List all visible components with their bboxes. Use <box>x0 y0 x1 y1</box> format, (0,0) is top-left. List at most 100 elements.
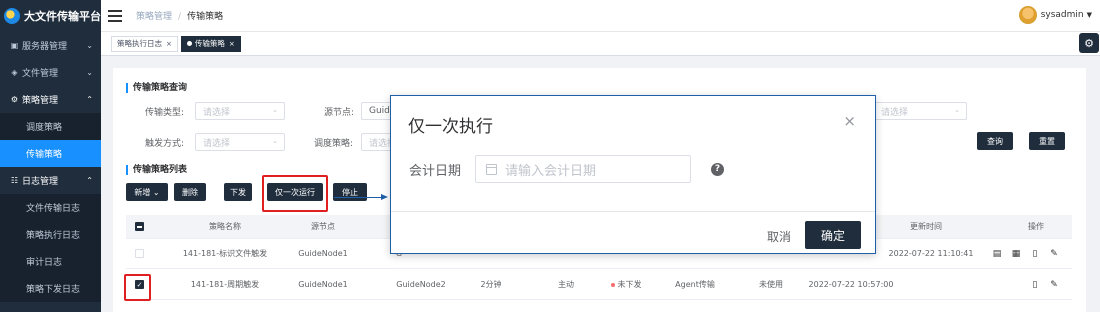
list-section-title: 传输策略列表 <box>126 165 187 175</box>
sidebar-item-label: 文件管理 <box>22 69 59 79</box>
chevron-up-icon: ⌃ <box>86 176 93 185</box>
user-menu[interactable]: sysadmin ▼ <box>1018 6 1092 24</box>
username: sysadmin <box>1040 10 1084 20</box>
search-button[interactable]: 查询 <box>977 132 1013 150</box>
row-checkbox[interactable] <box>135 249 144 258</box>
cancel-button[interactable]: 取消 <box>767 228 791 245</box>
transfer-type-select[interactable]: 请选择 ⌄ <box>195 102 285 120</box>
stop-button[interactable]: 停止 <box>333 183 367 201</box>
cell-usage: 未使用 <box>759 280 783 289</box>
breadcrumb-current: 传输策略 <box>187 12 224 22</box>
edit-icon[interactable]: ✎ <box>1049 249 1059 259</box>
edit-icon[interactable]: ✎ <box>1049 280 1059 290</box>
sidebar-item-logs[interactable]: ☷ 日志管理 ⌃ <box>0 167 101 194</box>
transfer-type-label: 传输类型: <box>145 108 185 118</box>
dialog-title: 仅一次执行 <box>408 117 493 137</box>
chevron-down-icon: ⌄ <box>272 106 278 114</box>
dispatch-button[interactable]: 下发 <box>224 183 252 201</box>
trigger-select[interactable]: 请选择 ⌄ <box>195 133 285 151</box>
select-placeholder: 请选择 <box>881 107 909 118</box>
help-icon[interactable]: ? <box>711 163 724 176</box>
tag-transfer-policy[interactable]: 传输策略 × <box>180 35 241 52</box>
sidebar-item-schedule-policy[interactable]: 调度策略 <box>0 113 101 140</box>
accounting-date-input[interactable]: 请输入会计日期 <box>475 155 691 183</box>
breadcrumb: 策略管理 / 传输策略 <box>136 9 223 22</box>
tag-label: 策略执行日志 <box>117 39 162 48</box>
sidebar-item-server[interactable]: ▣ 服务器管理 ⌄ <box>0 32 101 59</box>
sidebar-item-label: 日志管理 <box>22 177 59 187</box>
col-operations: 操作 <box>1028 222 1044 231</box>
sidebar-item-policy-dispatch-log[interactable]: 策略下发日志 <box>0 275 101 302</box>
col-updated-time: 更新时间 <box>910 222 942 231</box>
chevron-down-icon: ⌄ <box>954 106 960 114</box>
status-dot-icon <box>610 282 615 287</box>
detail-icon[interactable]: ▤ <box>992 249 1002 259</box>
sidebar-item-audit-log[interactable]: 审计日志 <box>0 248 101 275</box>
close-icon[interactable]: × <box>229 40 235 48</box>
sidebar-item-transfer-policy[interactable]: 传输策略 <box>0 140 101 167</box>
tag-policy-exec-log[interactable]: 策略执行日志 × <box>111 35 178 52</box>
tags-view: 策略执行日志 × 传输策略 × ⚙ <box>101 32 1100 56</box>
trigger-label: 触发方式: <box>145 139 185 149</box>
avatar <box>1018 6 1037 24</box>
chevron-down-icon: ⌄ <box>152 187 160 197</box>
schedule-policy-label: 调度策略: <box>314 139 354 149</box>
cell-policy-name: 141-181-周期触发 <box>190 280 260 289</box>
select-value: Guid <box>369 106 390 116</box>
input-placeholder: 请输入会计日期 <box>505 163 597 179</box>
select-placeholder: 请选择 <box>203 138 231 149</box>
run-once-dialog: 仅一次执行 × 会计日期 请输入会计日期 ? 取消 确定 <box>390 95 876 254</box>
cell-interval: 2分钟 <box>480 280 502 289</box>
document-icon[interactable]: ▯ <box>1030 249 1040 259</box>
settings-gear-button[interactable]: ⚙ <box>1079 33 1099 53</box>
active-dot-icon <box>186 41 192 46</box>
brand-title: 大文件传输平台 <box>24 10 101 23</box>
sidebar-item-file-transfer-log[interactable]: 文件传输日志 <box>0 194 101 221</box>
status-text: 未下发 <box>617 280 642 289</box>
confirm-button[interactable]: 确定 <box>805 221 861 249</box>
breadcrumb-item[interactable]: 策略管理 <box>136 12 172 22</box>
delete-button[interactable]: 删除 <box>174 183 206 201</box>
header: 策略管理 / 传输策略 sysadmin ▼ <box>101 0 1100 32</box>
cell-target-node: GuideNode2 <box>396 280 446 289</box>
select-placeholder: 请选择 <box>203 107 231 118</box>
annotation-arrow-head-icon <box>381 194 388 200</box>
document-icon[interactable]: ▯ <box>1030 280 1040 290</box>
cell-status: 未下发 <box>596 270 656 300</box>
col-source-node: 源节点 <box>311 222 335 231</box>
calendar-icon <box>486 163 497 175</box>
cell-mode: 主动 <box>558 280 574 289</box>
close-icon[interactable]: × <box>166 40 172 48</box>
select-all-checkbox[interactable] <box>135 222 144 231</box>
logo-icon <box>4 8 20 24</box>
hamburger-icon[interactable] <box>108 9 122 22</box>
source-node-label: 源节点: <box>324 108 355 118</box>
sidebar-item-policy[interactable]: ⚙ 策略管理 ⌃ <box>0 86 101 113</box>
log-icon: ☷ <box>10 176 19 185</box>
gear-icon: ⚙ <box>1084 36 1094 50</box>
chevron-down-icon: ⌄ <box>272 137 278 145</box>
sidebar-item-label: 服务器管理 <box>22 42 68 52</box>
sidebar: 大文件传输平台 ▣ 服务器管理 ⌄ ◈ 文件管理 ⌄ ⚙ 策略管理 ⌃ 调度策略… <box>0 0 101 312</box>
calendar-icon[interactable]: ▦ <box>1011 249 1021 259</box>
highlight-checkbox <box>124 274 151 301</box>
right-filter-select[interactable]: 请选择 ⌄ <box>873 102 967 120</box>
close-icon[interactable]: × <box>843 112 856 130</box>
cell-policy-name: 141-181-标识文件触发 <box>182 249 268 258</box>
sidebar-item-label: 策略管理 <box>22 96 59 106</box>
reset-button[interactable]: 重置 <box>1029 132 1065 150</box>
chevron-up-icon: ⌃ <box>86 95 93 104</box>
cell-created-time: 2022-07-22 10:57:00 <box>808 280 894 289</box>
table-row[interactable]: ✓ 141-181-周期触发 GuideNode1 GuideNode2 2分钟… <box>126 270 1072 300</box>
server-icon: ▣ <box>10 41 19 50</box>
policy-icon: ⚙ <box>10 95 19 104</box>
add-button[interactable]: 新增 ⌄ <box>126 183 168 201</box>
brand[interactable]: 大文件传输平台 <box>0 0 101 32</box>
caret-down-icon: ▼ <box>1086 11 1092 19</box>
cell-agent: Agent传输 <box>675 280 715 289</box>
add-button-label: 新增 <box>134 187 151 197</box>
sidebar-item-files[interactable]: ◈ 文件管理 ⌄ <box>0 59 101 86</box>
dialog-divider <box>391 211 875 212</box>
accounting-date-label: 会计日期 <box>409 164 462 179</box>
sidebar-item-policy-exec-log[interactable]: 策略执行日志 <box>0 221 101 248</box>
